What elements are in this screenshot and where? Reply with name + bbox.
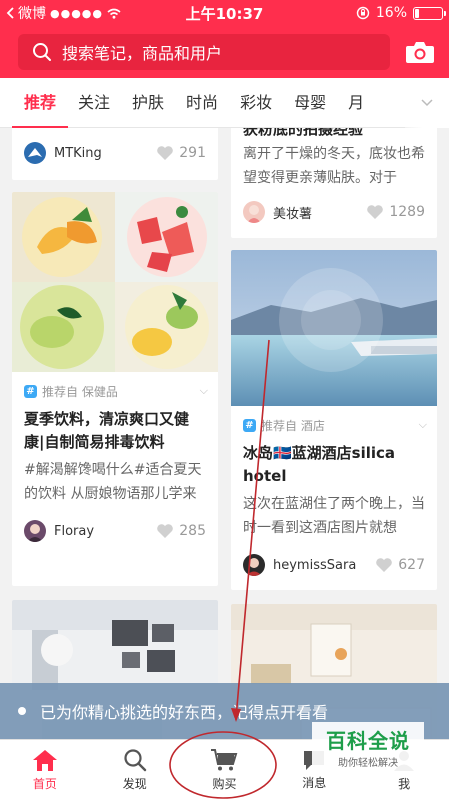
tab-messages-label: 消息 bbox=[302, 776, 327, 790]
wifi-icon bbox=[107, 8, 121, 19]
carrier-name: 微博 bbox=[18, 6, 46, 22]
avatar[interactable] bbox=[24, 520, 46, 542]
battery-percent: 16% bbox=[375, 5, 407, 21]
hashtag-icon: # bbox=[243, 418, 256, 432]
chevron-down-icon bbox=[421, 99, 433, 107]
heart-icon bbox=[157, 146, 174, 160]
like-count: 627 bbox=[398, 557, 425, 573]
avatar[interactable] bbox=[24, 142, 46, 164]
note-card[interactable]: # 推荐自 保健品 ⌵ 夏季饮料，清凉爽口又健康|自制简易排毒饮料 #解渴解馋喝… bbox=[12, 192, 218, 586]
note-card[interactable]: MTKing 291 bbox=[12, 128, 218, 180]
battery-fill bbox=[415, 8, 420, 18]
like-count: 285 bbox=[179, 523, 206, 539]
status-time: 上午10:37 bbox=[185, 4, 264, 23]
signal-icon: ●●●●● bbox=[50, 6, 103, 20]
like-count: 1289 bbox=[389, 204, 425, 220]
like-button[interactable]: 627 bbox=[375, 557, 425, 573]
camera-button[interactable] bbox=[404, 36, 436, 68]
watermark-sub: 助你轻松解决 bbox=[338, 758, 398, 769]
like-button[interactable]: 291 bbox=[156, 145, 206, 161]
like-button[interactable]: 1289 bbox=[366, 204, 425, 220]
card-tag[interactable]: # 推荐自 酒店 ⌵ bbox=[231, 406, 437, 434]
tab-shop[interactable]: 购买 bbox=[180, 740, 270, 800]
bullet-icon bbox=[18, 707, 26, 715]
card-description: 离开了干燥的冬天，底妆也希望变得更亲薄贴肤。对于 bbox=[243, 146, 425, 186]
shopping-cart-icon bbox=[211, 749, 238, 771]
card-footer: 美妆薯 1289 bbox=[231, 188, 437, 236]
tab-discover[interactable]: 发现 bbox=[90, 740, 180, 800]
card-tag-label: 推荐自 酒店 bbox=[261, 418, 325, 433]
note-card[interactable]: # 推荐自 酒店 ⌵ 冰岛🇮🇸蓝湖酒店silica hotel 这次在蓝湖住了两… bbox=[231, 250, 437, 590]
search-header: 搜索笔记，商品和用户 bbox=[0, 26, 449, 78]
note-image[interactable] bbox=[12, 192, 218, 372]
camera-icon bbox=[406, 42, 434, 63]
search-icon bbox=[33, 43, 51, 61]
chevron-down-icon[interactable]: ⌵ bbox=[200, 384, 208, 398]
status-right: 16% bbox=[293, 5, 446, 21]
watermark-main: 百科全说 bbox=[326, 729, 410, 753]
card-tag[interactable]: # 推荐自 保健品 ⌵ bbox=[12, 372, 218, 400]
drinks-photo bbox=[12, 192, 218, 372]
tab-partial[interactable]: 月 bbox=[348, 78, 364, 128]
hashtag-icon: # bbox=[24, 384, 37, 398]
note-card[interactable]: 获粉底的拍摄经验 离开了干燥的冬天，底妆也希望变得更亲薄贴肤。对于 美妆薯 12… bbox=[231, 128, 437, 238]
like-button[interactable]: 285 bbox=[156, 523, 206, 539]
heart-icon bbox=[376, 558, 393, 572]
card-title: 冰岛🇮🇸蓝湖酒店silica hotel bbox=[243, 444, 396, 485]
tab-me-label: 我 bbox=[398, 777, 411, 791]
author-name[interactable]: heymissSara bbox=[273, 558, 356, 573]
status-bar: 微博 ●●●●● 上午10:37 16% bbox=[0, 0, 449, 26]
author-name[interactable]: Floray bbox=[54, 524, 94, 539]
note-image[interactable] bbox=[231, 250, 437, 406]
card-footer: heymissSara 627 bbox=[231, 540, 437, 590]
home-icon bbox=[32, 750, 57, 771]
search-placeholder: 搜索笔记，商品和用户 bbox=[62, 44, 223, 63]
carrier-info: 微博 ●●●●● bbox=[6, 3, 156, 23]
watermark-logo: 百科全说 助你轻松解决 bbox=[312, 722, 424, 772]
hotel-photo bbox=[231, 250, 437, 406]
heart-icon bbox=[367, 205, 384, 219]
orientation-lock-icon bbox=[356, 6, 370, 20]
card-tag-label: 推荐自 保健品 bbox=[42, 384, 118, 399]
tab-makeup[interactable]: 彩妆 bbox=[240, 78, 272, 128]
card-description: 这次在蓝湖住了两个晚上，当时一看到这酒店图片就想 bbox=[243, 496, 425, 536]
tab-skincare[interactable]: 护肤 bbox=[132, 78, 164, 128]
toast-text: 已为你精心挑选的好东西，记得点开看看 bbox=[40, 703, 329, 722]
like-count: 291 bbox=[179, 145, 206, 161]
search-input[interactable]: 搜索笔记，商品和用户 bbox=[18, 34, 390, 70]
card-title: 获粉底的拍摄经验 bbox=[243, 128, 364, 138]
category-tabs: 推荐 关注 护肤 时尚 彩妆 母婴 月 bbox=[0, 78, 449, 128]
card-footer: MTKing 291 bbox=[12, 128, 218, 180]
chevron-down-icon[interactable]: ⌵ bbox=[419, 418, 427, 432]
tab-recommend[interactable]: 推荐 bbox=[11, 78, 69, 128]
back-arrow-icon bbox=[6, 7, 14, 19]
card-title: 夏季饮料，清凉爽口又健康|自制简易排毒饮料 bbox=[24, 410, 190, 451]
discover-search-icon bbox=[124, 749, 146, 772]
card-description: #解渴解馋喝什么#适合夏天的饮料 从厨娘物语那儿学来 bbox=[24, 462, 202, 502]
avatar[interactable] bbox=[243, 201, 265, 223]
tab-fashion[interactable]: 时尚 bbox=[186, 78, 218, 128]
card-footer: Floray 285 bbox=[12, 506, 218, 556]
tabs-expand-button[interactable] bbox=[405, 78, 449, 128]
author-name[interactable]: MTKing bbox=[54, 146, 102, 161]
author-name[interactable]: 美妆薯 bbox=[273, 203, 312, 222]
tab-home[interactable]: 首页 bbox=[0, 740, 90, 800]
tab-discover-label: 发现 bbox=[122, 777, 147, 791]
battery-icon bbox=[413, 6, 446, 20]
tab-home-label: 首页 bbox=[32, 777, 57, 791]
tab-shop-label: 购买 bbox=[212, 777, 237, 791]
tab-follow[interactable]: 关注 bbox=[78, 78, 110, 128]
tab-mother-baby[interactable]: 母婴 bbox=[294, 78, 326, 128]
heart-icon bbox=[157, 524, 174, 538]
avatar[interactable] bbox=[243, 554, 265, 576]
